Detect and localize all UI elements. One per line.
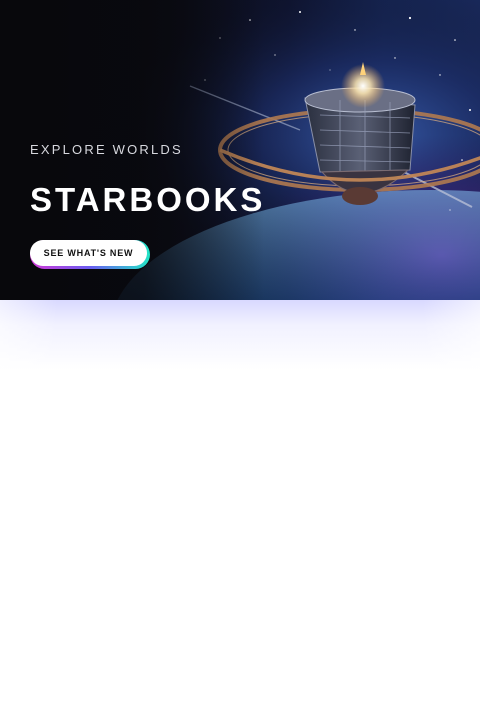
cta-container: SEE WHAT'S NEW (30, 240, 150, 269)
glow-edge-fade (0, 300, 480, 370)
hero-title: STARBOOKS (30, 181, 266, 218)
page: EXPLORE WORLDS STARBOOKS SEE WHAT'S NEW (0, 0, 480, 719)
hero-banner: EXPLORE WORLDS STARBOOKS SEE WHAT'S NEW (0, 0, 480, 300)
hero-eyebrow: EXPLORE WORLDS (30, 142, 183, 157)
see-whats-new-button[interactable]: SEE WHAT'S NEW (30, 240, 147, 266)
